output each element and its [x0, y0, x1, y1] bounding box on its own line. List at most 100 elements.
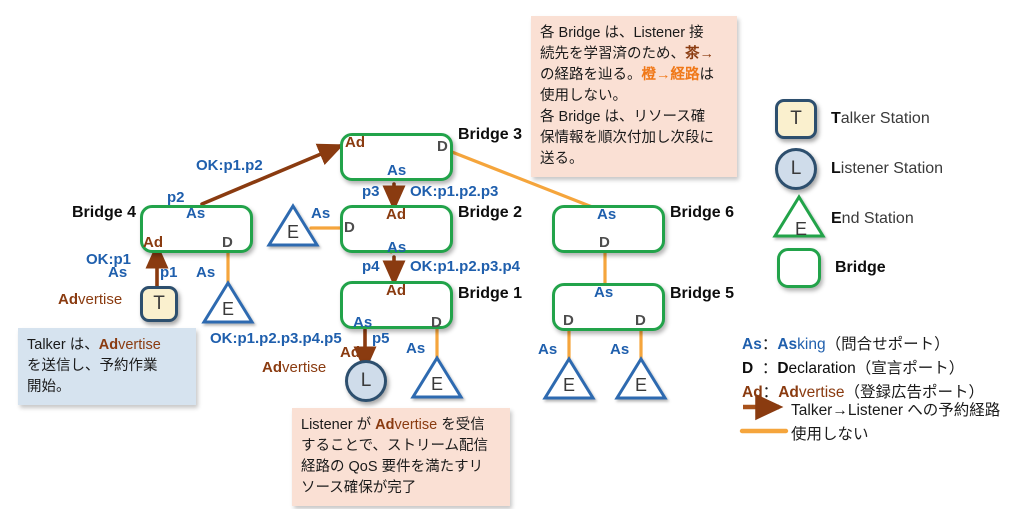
legend-listener-row: L Listener Station — [775, 148, 943, 190]
callout-bottom-left-body: Talker は、Advertise を送信し、予約作業 開始。 — [27, 335, 187, 398]
callout-segment: Listener が — [301, 417, 376, 433]
legend-endstation-bold: E — [831, 210, 842, 227]
advertise-listener-label: Advertise — [262, 359, 326, 376]
callout-segment: 保情報を順次付加し次段に — [540, 130, 714, 147]
end-station-b2-label: E — [286, 222, 299, 242]
callout-segment: 橙→経路 — [641, 67, 700, 84]
legend-endstation-text: End Station — [831, 210, 914, 228]
callout-line: 続先を学習済のため、茶→ — [540, 44, 728, 65]
callout-segment: 各 Bridge は、Listener 接 — [540, 25, 704, 41]
callout-line: 各 Bridge は、Listener 接 — [540, 23, 728, 44]
callout-bottom-left: Talker は、Advertise を送信し、予約作業 開始。 — [18, 328, 196, 406]
legend-key-declaration-paren: （宣言ポート） — [855, 360, 965, 377]
bridge-1-port-ad: Ad — [386, 282, 406, 299]
callout-line: 保情報を順次付加し次段に — [540, 128, 728, 149]
end-station-icon: E — [775, 197, 827, 241]
bridge-3-port-ad: Ad — [345, 134, 365, 151]
bridge-4-port-as: As — [186, 205, 206, 222]
diagram-canvas: Bridge 4 Bridge 3 Bridge 2 Bridge 1 Brid… — [0, 0, 1024, 509]
ok-label-p1p2p3: OK:p1.p2.p3 — [410, 183, 499, 200]
talker-station-node[interactable]: T — [140, 286, 178, 322]
callout-segment: 経路の QoS 要件を満たすリ — [301, 459, 484, 476]
bridge-icon — [777, 248, 821, 288]
callout-segment: Ad — [375, 417, 395, 433]
bridge-1-label: Bridge 1 — [458, 285, 523, 302]
end-station-b2[interactable]: E — [269, 206, 317, 245]
legend-key-asking-bold: As — [777, 336, 798, 353]
callout-line: することで、ストリーム配信 — [301, 436, 501, 457]
callout-segment: vertise — [394, 417, 438, 433]
bridge-5-label: Bridge 5 — [670, 285, 735, 302]
bridge-5-port-d-right: D — [635, 312, 646, 329]
callout-bottom-center: Listener が Advertise を受信することで、ストリーム配信 経路の… — [292, 408, 510, 507]
end-station-b1-port-as: As — [406, 340, 426, 357]
legend-listener-text: Listener Station — [831, 160, 943, 178]
callout-segment: を送信し、予約作業 — [27, 358, 158, 375]
bridge-3-port-as: As — [387, 162, 407, 179]
bridge-5-port-as: As — [594, 284, 614, 301]
bridge-2-port-ad: Ad — [386, 206, 406, 223]
bridge-3-label: Bridge 3 — [458, 126, 523, 143]
end-station-b2-port-as: As — [311, 205, 331, 222]
callout-segment: 開始。 — [27, 379, 71, 396]
callout-segment: 使用しない。 — [540, 88, 627, 105]
link-label-p3: p3 — [362, 183, 380, 200]
legend-listener-bold: L — [831, 160, 841, 177]
callout-line: 開始。 — [27, 377, 187, 398]
callout-line: ソース確保が完了 — [301, 478, 501, 499]
bridge-2-port-d: D — [344, 219, 355, 236]
callout-segment: することで、ストリーム配信 — [301, 438, 489, 455]
callout-line: 使用しない。 — [540, 86, 728, 107]
bridge-2-port-as: As — [387, 239, 407, 256]
bridge-3-port-d: D — [437, 138, 448, 155]
bridge-6-label: Bridge 6 — [670, 204, 735, 221]
end-station-b4[interactable]: E — [204, 283, 252, 322]
callout-segment: を受信 — [437, 417, 485, 433]
end-station-b1[interactable]: E — [413, 358, 461, 397]
legend-key-declaration-colon: ： — [753, 360, 778, 377]
legend-endstation-glyph: E — [794, 219, 807, 239]
legend-key-asking: As：Asking（問合せポート） — [742, 332, 950, 354]
end-station-b5-right[interactable]: E — [617, 359, 665, 398]
end-station-b5-left[interactable]: E — [545, 359, 593, 398]
bridge-1-port-as: As — [353, 314, 373, 331]
callout-segment: は — [699, 67, 715, 84]
callout-line: 送る。 — [540, 149, 728, 170]
callout-segment: 各 Bridge は、リソース確 — [540, 109, 706, 126]
callout-line: Talker は、Advertise — [27, 335, 187, 356]
advertise-talker-bold: Ad — [58, 291, 78, 308]
talker-station-icon: T — [775, 99, 817, 139]
legend-talker-row: T Talker Station — [775, 99, 930, 139]
bridge-6-port-d: D — [599, 234, 610, 251]
legend-key-advertise-abbr: Ad — [742, 384, 763, 401]
legend-key-asking-colon: ： — [761, 336, 778, 353]
callout-line: を送信し、予約作業 — [27, 356, 187, 377]
callout-segment: 茶→ — [685, 46, 714, 63]
callout-segment: の経路を辿る。 — [540, 67, 642, 84]
legend-line-icons — [739, 393, 789, 434]
legend-talker-bold: T — [831, 110, 841, 127]
advertise-talker-rest: vertise — [78, 291, 123, 308]
link-label-p2: p2 — [167, 189, 185, 206]
callout-segment: 続先を学習済のため、 — [540, 46, 685, 63]
bridge-6-port-as: As — [597, 206, 617, 223]
legend-bridge-row: Bridge — [777, 248, 886, 288]
legend-talker-rest: alker Station — [840, 110, 930, 127]
legend-key-asking-abbr: As — [742, 336, 762, 353]
talker-link-p1: p1 — [160, 264, 178, 281]
legend-listener-rest: istener Station — [840, 160, 944, 177]
callout-segment: vertise — [118, 337, 161, 353]
bridge-4-port-d: D — [222, 234, 233, 251]
legend-unused-path-text: 使用しない — [791, 426, 869, 443]
listener-link-p5: p5 — [372, 330, 390, 347]
legend-endstation-rest: nd Station — [841, 210, 914, 227]
callout-bottom-center-body: Listener が Advertise を受信することで、ストリーム配信 経路の… — [301, 415, 501, 499]
callout-top-right: 各 Bridge は、Listener 接続先を学習済のため、茶→ の経路を辿る。… — [531, 16, 737, 178]
end-station-b5-left-port-as: As — [538, 341, 558, 358]
legend-key-declaration-abbr: D — [742, 360, 754, 377]
legend-bridge-text: Bridge — [835, 259, 886, 276]
callout-top-right-body: 各 Bridge は、Listener 接続先を学習済のため、茶→ の経路を辿る。… — [540, 23, 728, 170]
listener-station-node[interactable]: L — [345, 360, 387, 402]
legend-key-asking-rest: king — [797, 336, 826, 353]
legend-endstation-row: E End Station — [775, 197, 914, 241]
